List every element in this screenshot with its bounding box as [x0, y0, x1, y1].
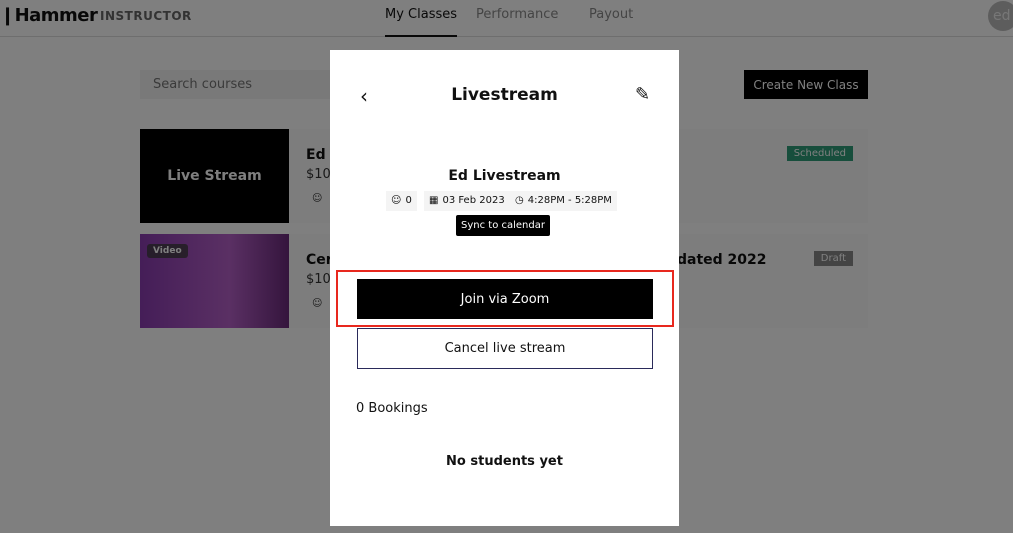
class-name: Ed Livestream [448, 168, 561, 184]
users-icon: ☺ [391, 195, 402, 206]
date-chip: ▦ 03 Feb 2023 [424, 191, 510, 211]
modal-title: Livestream [451, 85, 558, 105]
empty-state: No students yet [446, 454, 563, 469]
cancel-live-stream-button[interactable]: Cancel live stream [357, 328, 653, 369]
highlight-box [336, 270, 674, 327]
attendee-count: ☺ 0 [386, 191, 417, 211]
date-value: 03 Feb 2023 [442, 195, 505, 206]
bookings-count: 0 Bookings [356, 401, 428, 416]
time-chip: ◷ 4:28PM - 5:28PM [510, 191, 617, 211]
attendee-value: 0 [405, 195, 412, 206]
time-value: 4:28PM - 5:28PM [527, 195, 612, 206]
clock-icon: ◷ [515, 195, 524, 206]
calendar-icon: ▦ [429, 195, 439, 206]
sync-to-calendar-button[interactable]: Sync to calendar [456, 215, 550, 236]
edit-icon[interactable]: ✎ [635, 84, 650, 105]
